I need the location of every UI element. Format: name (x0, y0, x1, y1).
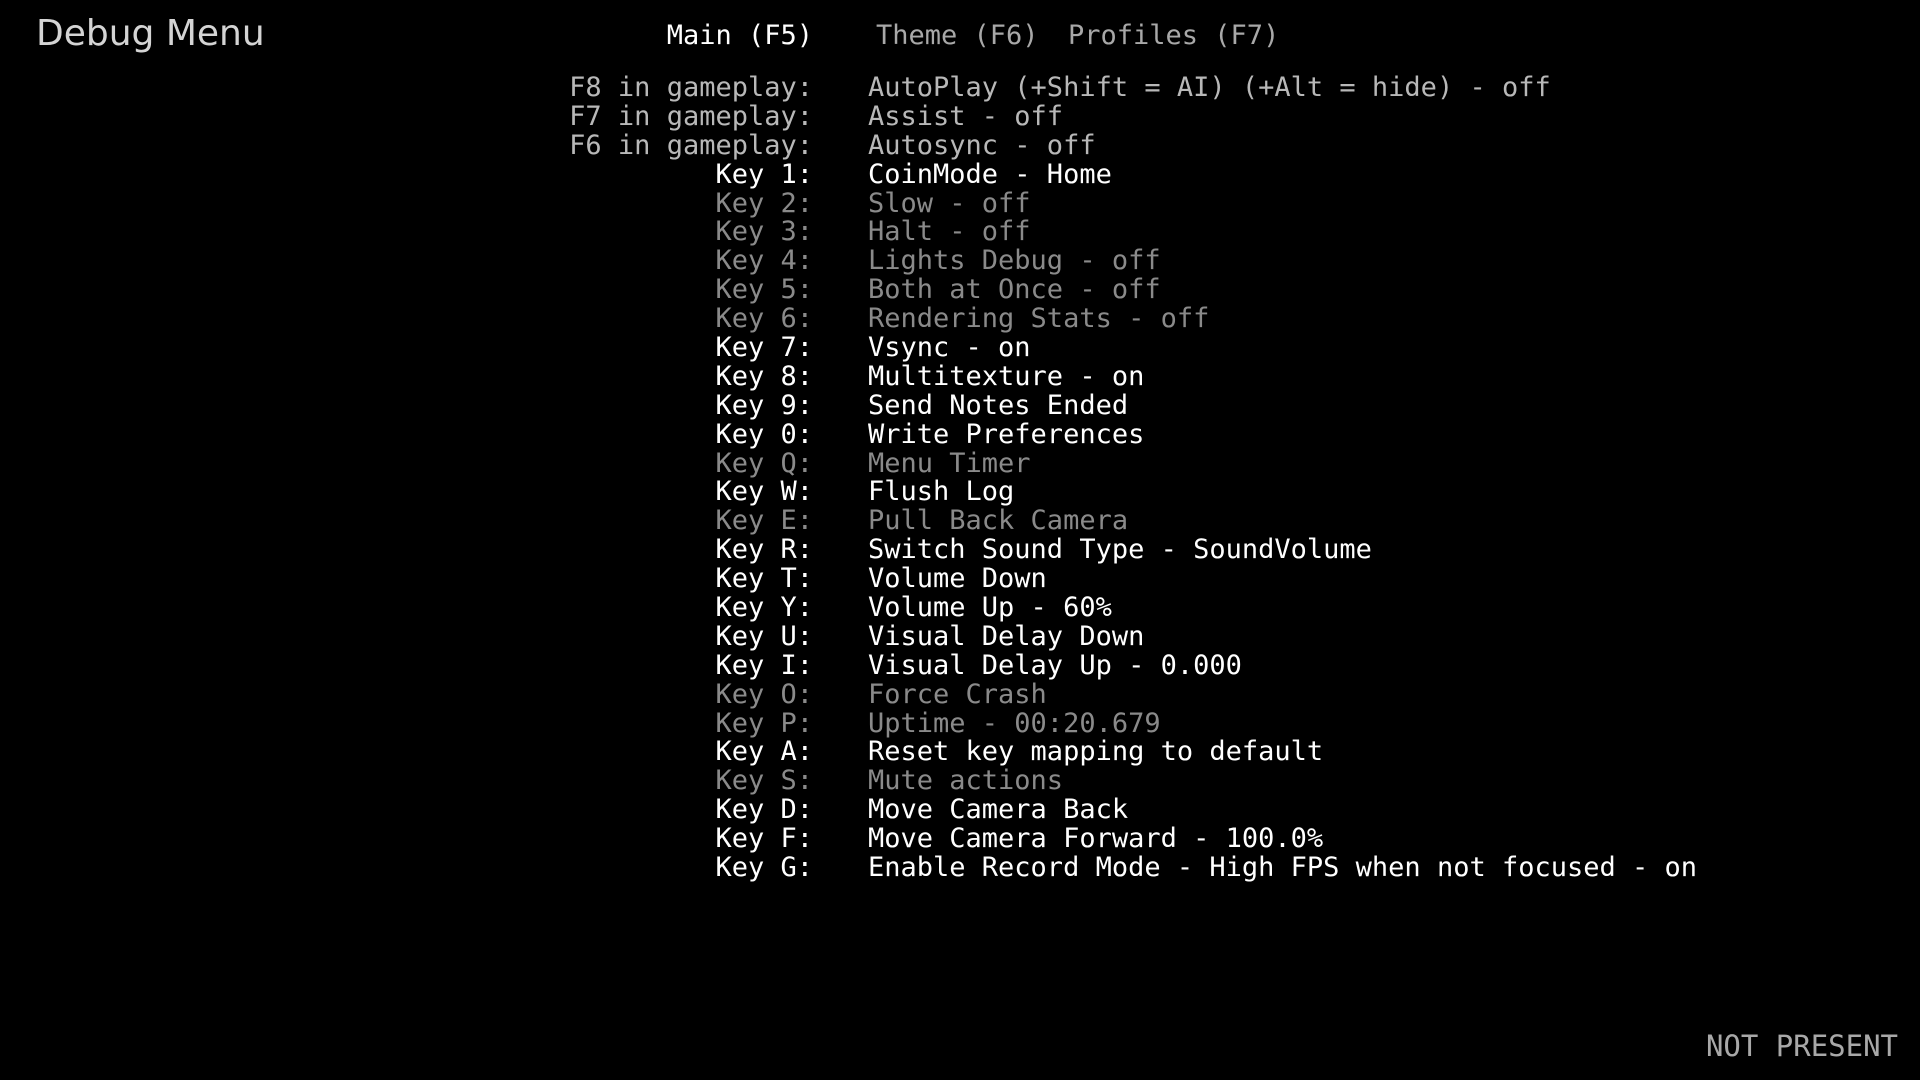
menu-item[interactable]: Key 9: Send Notes Ended (0, 389, 1920, 421)
menu-item-action: Rendering Stats - off (868, 303, 1210, 335)
menu-item-key: Key R: (715, 534, 813, 566)
tab-theme[interactable]: Theme (F6) (876, 16, 1039, 56)
menu-item[interactable]: Key T: Volume Down (0, 563, 1920, 595)
menu-item[interactable]: Key D: Move Camera Back (0, 794, 1920, 826)
menu-item-action: Halt - off (868, 216, 1031, 248)
menu-item-action: Pull Back Camera (868, 505, 1129, 537)
menu-item-action: Slow - off (868, 187, 1031, 219)
menu-item-key: Key P: (715, 707, 813, 739)
menu-item[interactable]: F7 in gameplay: Assist - off (0, 100, 1920, 132)
menu-item-key: F8 in gameplay: (569, 72, 813, 103)
menu-item[interactable]: F6 in gameplay: Autosync - off (0, 129, 1920, 161)
status-text: NOT PRESENT (1705, 1029, 1898, 1063)
menu-item[interactable]: Key 3: Halt - off (0, 218, 1920, 247)
menu-item-key: Key W: (715, 476, 813, 508)
menu-item-action: AutoPlay (+Shift = AI) (+Alt = hide) - o… (868, 72, 1551, 103)
menu-item[interactable]: Key Y: Volume Up - 60% (0, 592, 1920, 624)
menu-item-key: F6 in gameplay: (569, 129, 813, 161)
menu-item-action: Multitexture - on (868, 360, 1145, 392)
menu-item-key: Key E: (715, 505, 813, 537)
menu-item-key: Key T: (715, 563, 813, 595)
menu-item-action: Menu Timer (868, 447, 1031, 479)
menu-item[interactable]: Key 7: Vsync - on (0, 332, 1920, 364)
tab-profiles[interactable]: Profiles (F7) (1068, 16, 1279, 56)
menu-item[interactable]: Key 6: Rendering Stats - off (0, 303, 1920, 335)
menu-item-action: Vsync - on (868, 332, 1031, 364)
menu-item-key: Key I: (715, 649, 813, 681)
menu-item-action: Mute actions (868, 765, 1064, 797)
menu-item[interactable]: Key G: Enable Record Mode - High FPS when… (0, 852, 1920, 884)
menu-item-action: Write Preferences (868, 418, 1145, 450)
menu-item-key: Key 9: (715, 389, 813, 421)
menu-item[interactable]: Key O: Force Crash (0, 678, 1920, 710)
menu-item-action: Assist - off (868, 100, 1064, 132)
menu-item-action: CoinMode - Home (868, 158, 1112, 190)
menu-item-action: Move Camera Back (868, 794, 1129, 826)
menu-item-key: Key 5: (715, 274, 813, 306)
menu-item-action: Switch Sound Type - SoundVolume (868, 534, 1372, 566)
menu-item-key: Key O: (715, 678, 813, 710)
menu-item[interactable]: F8 in gameplay: AutoPlay (+Shift = AI) (+… (0, 72, 1920, 103)
menu-item[interactable]: Key Q: Menu Timer (0, 447, 1920, 479)
menu-item-key: Key 3: (715, 216, 813, 248)
menu-item[interactable]: Key E: Pull Back Camera (0, 505, 1920, 537)
menu-item-key: Key F: (715, 823, 813, 855)
menu-item-key: Key A: (715, 736, 813, 768)
menu-item-action: Force Crash (868, 678, 1047, 710)
page-title: Debug Menu (36, 13, 265, 54)
menu-item[interactable]: Key 0: Write Preferences (0, 418, 1920, 450)
menu-item-action: Volume Down (868, 563, 1047, 595)
menu-item-action: Uptime - 00:20.679 (868, 707, 1161, 739)
menu-item-key: Key G: (715, 852, 813, 884)
menu-item-key: Key Y: (715, 592, 813, 624)
menu-item-action: Lights Debug - off (868, 245, 1161, 277)
tab-main[interactable]: Main (F5) (667, 16, 813, 56)
menu-item[interactable]: Key 2: Slow - off (0, 187, 1920, 219)
menu-item-action: Move Camera Forward - 100.0% (868, 823, 1324, 855)
menu-item-action: Both at Once - off (868, 274, 1161, 306)
menu-item[interactable]: Key 4: Lights Debug - off (0, 245, 1920, 277)
menu-item[interactable]: Key 5: Both at Once - off (0, 274, 1920, 306)
menu-item-action: Reset key mapping to default (868, 736, 1324, 768)
menu-item[interactable]: Key U: Visual Delay Down (0, 620, 1920, 652)
menu-item-key: Key 8: (715, 360, 813, 392)
menu-item[interactable]: Key W: Flush Log (0, 478, 1920, 507)
menu-item[interactable]: Key P: Uptime - 00:20.679 (0, 707, 1920, 739)
menu-item-key: Key U: (715, 620, 813, 652)
menu-item-key: Key S: (715, 765, 813, 797)
menu-item[interactable]: Key 8: Multitexture - on (0, 360, 1920, 392)
menu-item-key: Key 4: (715, 245, 813, 277)
menu-item-action: Autosync - off (868, 129, 1096, 161)
menu-item[interactable]: Key A: Reset key mapping to default (0, 738, 1920, 767)
menu-item[interactable]: Key I: Visual Delay Up - 0.000 (0, 649, 1920, 681)
menu-item-key: F7 in gameplay: (569, 100, 813, 132)
menu-item-key: Key Q: (715, 447, 813, 479)
menu-item-key: Key 2: (715, 187, 813, 219)
menu-item-key: Key 7: (715, 332, 813, 364)
debug-options-list: F8 in gameplay: AutoPlay (+Shift = AI) (+… (0, 72, 1920, 884)
menu-item[interactable]: Key 1: CoinMode - Home (0, 158, 1920, 190)
menu-item-key: Key D: (715, 794, 813, 826)
menu-item-action: Visual Delay Up - 0.000 (868, 649, 1242, 681)
menu-item-action: Enable Record Mode - High FPS when not f… (868, 852, 1698, 884)
menu-item-action: Send Notes Ended (868, 389, 1129, 421)
menu-item-action: Flush Log (868, 476, 1015, 508)
menu-item-key: Key 6: (715, 303, 813, 335)
menu-item[interactable]: Key F: Move Camera Forward - 100.0% (0, 823, 1920, 855)
menu-item-action: Volume Up - 60% (868, 592, 1112, 624)
menu-item-key: Key 0: (715, 418, 813, 450)
menu-item[interactable]: Key S: Mute actions (0, 765, 1920, 797)
menu-item[interactable]: Key R: Switch Sound Type - SoundVolume (0, 534, 1920, 566)
menu-item-action: Visual Delay Down (868, 620, 1145, 652)
menu-item-key: Key 1: (715, 158, 813, 190)
